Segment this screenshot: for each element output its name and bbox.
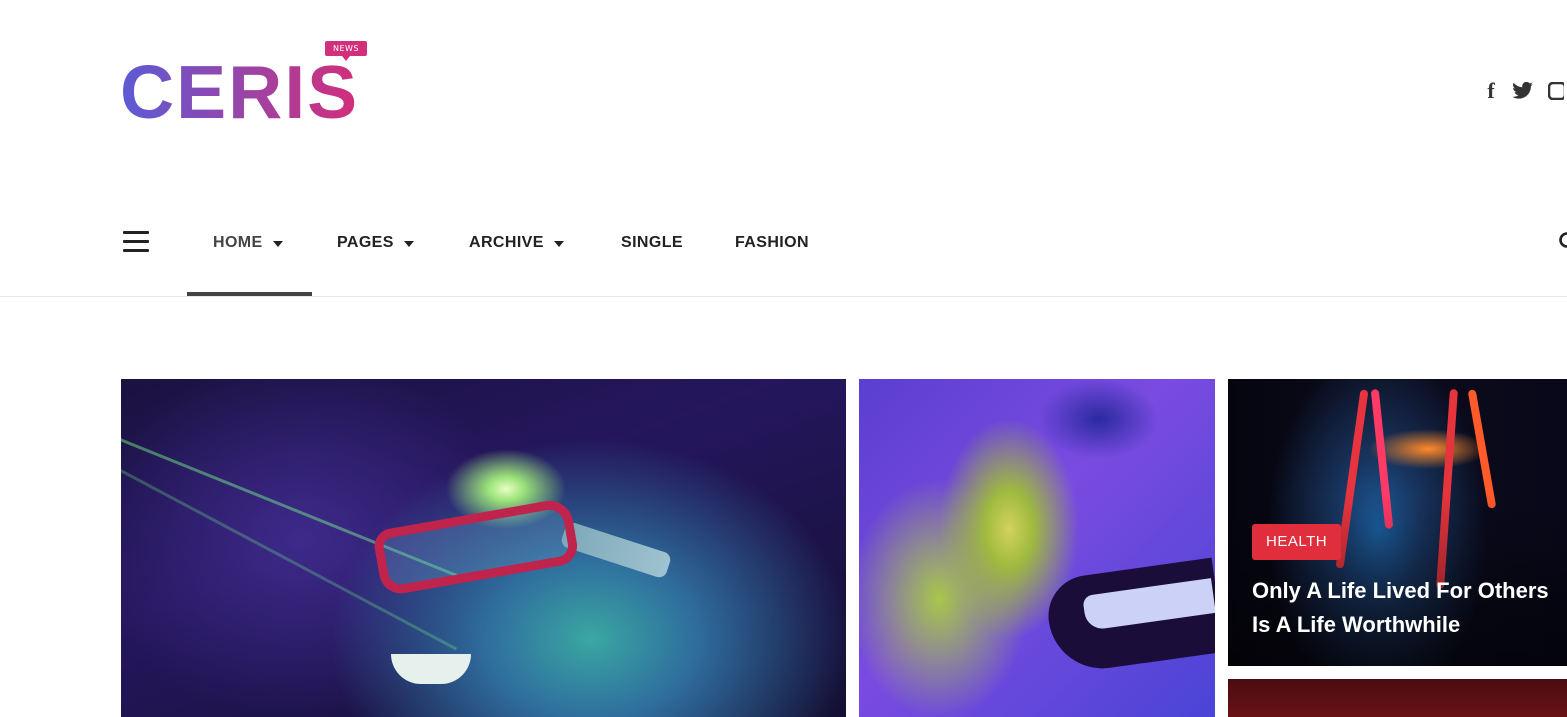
main-navigation: HOME PAGES ARCHIVE SINGLE FASHION bbox=[0, 190, 1567, 297]
site-header: CERIS NEWS f bbox=[0, 0, 1567, 190]
nav-item-archive[interactable]: ARCHIVE bbox=[469, 190, 564, 296]
nav-item-label: HOME bbox=[213, 234, 263, 251]
nav-item-label: PAGES bbox=[337, 234, 394, 251]
chevron-down-icon bbox=[272, 240, 283, 247]
category-badge[interactable]: HEALTH bbox=[1252, 524, 1342, 560]
nav-item-label: ARCHIVE bbox=[469, 234, 544, 251]
nav-item-home[interactable]: HOME bbox=[213, 190, 283, 296]
facebook-icon[interactable]: f bbox=[1484, 78, 1498, 104]
logo-news-badge: NEWS bbox=[325, 41, 367, 61]
search-icon[interactable] bbox=[1558, 231, 1567, 255]
featured-post-main[interactable] bbox=[121, 379, 846, 717]
instagram-icon[interactable] bbox=[1548, 82, 1564, 100]
menu-hamburger-icon[interactable] bbox=[123, 231, 149, 253]
featured-post-secondary[interactable] bbox=[859, 379, 1215, 717]
featured-post-health[interactable]: HEALTH Only A Life Lived For Others Is A… bbox=[1228, 379, 1567, 666]
featured-post-next[interactable] bbox=[1228, 679, 1567, 717]
site-logo[interactable]: CERIS NEWS bbox=[120, 40, 370, 122]
nav-item-single[interactable]: SINGLE bbox=[621, 190, 683, 296]
social-links: f bbox=[1484, 78, 1564, 104]
chevron-down-icon bbox=[403, 240, 414, 247]
nav-active-indicator bbox=[187, 292, 312, 296]
chevron-down-icon bbox=[553, 240, 564, 247]
post-image bbox=[371, 497, 581, 597]
nav-item-pages[interactable]: PAGES bbox=[337, 190, 414, 296]
twitter-icon[interactable] bbox=[1512, 82, 1534, 100]
logo-text: CERIS bbox=[120, 50, 359, 122]
nav-item-fashion[interactable]: FASHION bbox=[735, 190, 809, 296]
post-title[interactable]: Only A Life Lived For Others Is A Life W… bbox=[1252, 574, 1562, 642]
nav-item-label: SINGLE bbox=[621, 234, 683, 251]
nav-item-label: FASHION bbox=[735, 234, 809, 251]
